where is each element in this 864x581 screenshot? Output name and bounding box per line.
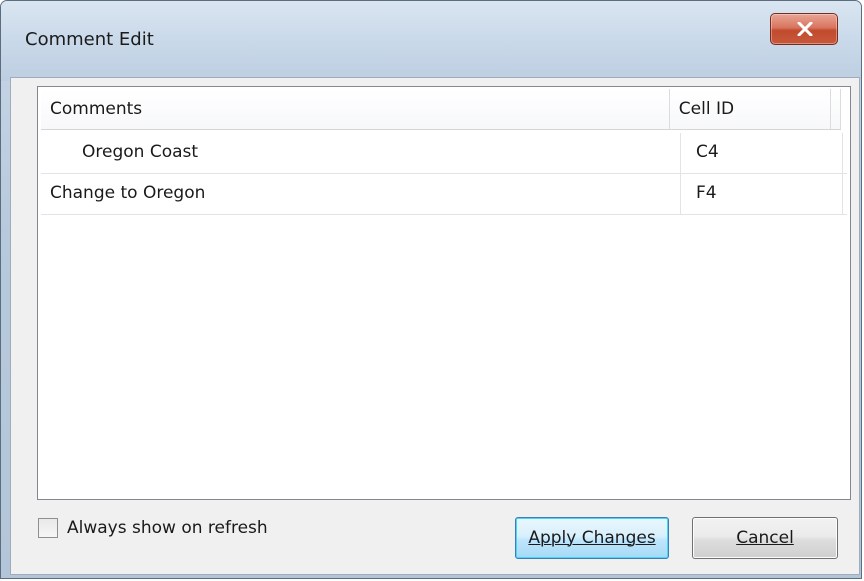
apply-changes-button[interactable]: Apply Changes [515, 517, 669, 559]
column-header-cell-id[interactable]: Cell ID [670, 89, 831, 129]
column-header-filler [831, 89, 841, 129]
close-button[interactable] [770, 13, 838, 45]
cell-id-cell[interactable]: C4 [681, 133, 843, 173]
cancel-label: Cancel [736, 528, 794, 548]
always-show-checkbox[interactable] [38, 518, 58, 538]
grid-header: Comments Cell ID [41, 89, 841, 130]
cell-id-cell[interactable]: F4 [681, 174, 843, 214]
grid-rows: Oregon Coast C4 Change to Oregon F4 [41, 133, 847, 215]
comment-edit-dialog: Comment Edit Comments Cell ID Oregon Coa… [0, 0, 862, 579]
title-bar[interactable]: Comment Edit [1, 1, 861, 81]
comment-cell[interactable]: Oregon Coast [41, 133, 681, 173]
always-show-option[interactable]: Always show on refresh [38, 516, 268, 540]
comments-grid[interactable]: Comments Cell ID Oregon Coast C4 Change … [37, 86, 851, 500]
close-icon [797, 22, 813, 36]
dialog-title: Comment Edit [25, 29, 154, 50]
dialog-body: Comments Cell ID Oregon Coast C4 Change … [10, 77, 860, 575]
apply-changes-label: Apply Changes [528, 528, 656, 548]
comment-cell[interactable]: Change to Oregon [41, 174, 681, 214]
cancel-button[interactable]: Cancel [692, 517, 838, 559]
table-row[interactable]: Change to Oregon F4 [41, 174, 847, 215]
column-header-comments[interactable]: Comments [41, 89, 670, 129]
always-show-label: Always show on refresh [67, 518, 268, 538]
table-row[interactable]: Oregon Coast C4 [41, 133, 847, 174]
